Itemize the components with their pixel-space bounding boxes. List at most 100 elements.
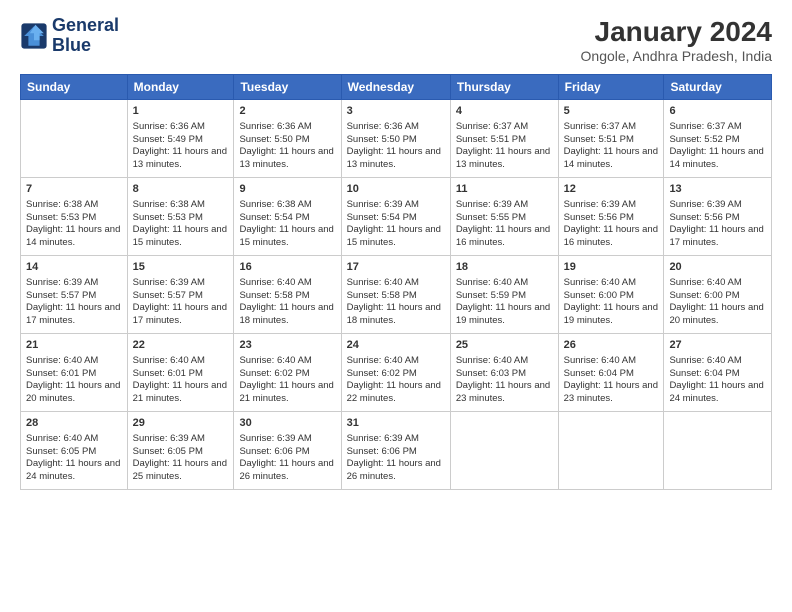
logo-text: General Blue — [52, 16, 119, 56]
daylight-text: Daylight: 11 hours and 17 minutes. — [669, 224, 766, 250]
header-cell-thursday: Thursday — [450, 75, 558, 100]
sunset-text: Sunset: 5:52 PM — [669, 134, 766, 147]
calendar-table: SundayMondayTuesdayWednesdayThursdayFrid… — [20, 74, 772, 490]
daylight-text: Daylight: 11 hours and 21 minutes. — [239, 380, 335, 406]
day-number: 19 — [564, 260, 659, 275]
day-number: 24 — [347, 338, 445, 353]
day-number: 5 — [564, 104, 659, 119]
day-cell: 21 Sunrise: 6:40 AMSunset: 6:01 PMDayligh… — [21, 334, 128, 412]
sunset-text: Sunset: 6:01 PM — [26, 368, 122, 381]
week-row-4: 28Sunrise: 6:40 AMSunset: 6:05 PMDayligh… — [21, 412, 772, 490]
sunrise-text: Sunrise: 6:39 AM — [347, 433, 445, 446]
day-cell: 8Sunrise: 6:38 AMSunset: 5:53 PMDaylight… — [127, 178, 234, 256]
daylight-text: Daylight: 11 hours and 14 minutes. — [564, 146, 659, 172]
sunrise-text: Sunrise: 6:40 AM — [669, 277, 766, 290]
daylight-text: Daylight: 11 hours and 17 minutes. — [26, 302, 122, 328]
day-cell: 7Sunrise: 6:38 AMSunset: 5:53 PMDaylight… — [21, 178, 128, 256]
day-cell: 5Sunrise: 6:37 AMSunset: 5:51 PMDaylight… — [558, 100, 664, 178]
sunset-text: Sunset: 6:02 PM — [239, 368, 335, 381]
daylight-text: Daylight: 11 hours and 24 minutes. — [26, 458, 122, 484]
sunrise-text: Sunrise: 6:39 AM — [564, 199, 659, 212]
sunrise-text: Sunrise: 6:39 AM — [347, 199, 445, 212]
day-number: 25 — [456, 338, 553, 353]
sunrise-text: Sunrise: 6:40 AM — [669, 355, 766, 368]
sunrise-text: Sunrise: 6:36 AM — [347, 121, 445, 134]
day-cell: 26Sunrise: 6:40 AMSunset: 6:04 PMDayligh… — [558, 334, 664, 412]
day-number: 3 — [347, 104, 445, 119]
sunrise-text: Sunrise: 6:37 AM — [564, 121, 659, 134]
day-cell: 3 Sunrise: 6:36 AMSunset: 5:50 PMDaylight… — [341, 100, 450, 178]
daylight-text: Daylight: 11 hours and 18 minutes. — [239, 302, 335, 328]
sunrise-text: Sunrise: 6:38 AM — [26, 199, 122, 212]
day-cell: 16Sunrise: 6:40 AMSunset: 5:58 PMDayligh… — [234, 256, 341, 334]
day-number: 18 — [456, 260, 553, 275]
day-cell: 17Sunrise: 6:40 AMSunset: 5:58 PMDayligh… — [341, 256, 450, 334]
day-cell — [21, 100, 128, 178]
daylight-text: Daylight: 11 hours and 17 minutes. — [133, 302, 229, 328]
sunset-text: Sunset: 5:58 PM — [347, 290, 445, 303]
sunset-text: Sunset: 6:01 PM — [133, 368, 229, 381]
week-row-0: 1Sunrise: 6:36 AMSunset: 5:49 PMDaylight… — [21, 100, 772, 178]
header-cell-tuesday: Tuesday — [234, 75, 341, 100]
logo: General Blue — [20, 16, 119, 56]
day-cell: 24Sunrise: 6:40 AMSunset: 6:02 PMDayligh… — [341, 334, 450, 412]
sunset-text: Sunset: 6:05 PM — [133, 446, 229, 459]
week-row-2: 14Sunrise: 6:39 AMSunset: 5:57 PMDayligh… — [21, 256, 772, 334]
day-number: 6 — [669, 104, 766, 119]
sunset-text: Sunset: 5:57 PM — [26, 290, 122, 303]
page: General Blue January 2024 Ongole, Andhra… — [0, 0, 792, 612]
sunset-text: Sunset: 6:04 PM — [564, 368, 659, 381]
daylight-text: Daylight: 11 hours and 18 minutes. — [347, 302, 445, 328]
daylight-text: Daylight: 11 hours and 14 minutes. — [26, 224, 122, 250]
daylight-text: Daylight: 11 hours and 24 minutes. — [669, 380, 766, 406]
header-cell-monday: Monday — [127, 75, 234, 100]
day-cell: 31Sunrise: 6:39 AMSunset: 6:06 PMDayligh… — [341, 412, 450, 490]
calendar-body: 1Sunrise: 6:36 AMSunset: 5:49 PMDaylight… — [21, 100, 772, 490]
day-cell: 28Sunrise: 6:40 AMSunset: 6:05 PMDayligh… — [21, 412, 128, 490]
day-cell: 19 Sunrise: 6:40 AMSunset: 6:00 PMDayligh… — [558, 256, 664, 334]
day-cell: 4Sunrise: 6:37 AMSunset: 5:51 PMDaylight… — [450, 100, 558, 178]
day-number: 22 — [133, 338, 229, 353]
sunset-text: Sunset: 6:00 PM — [669, 290, 766, 303]
sunset-text: Sunset: 6:00 PM — [564, 290, 659, 303]
sunrise-text: Sunrise: 6:40 AM — [239, 277, 335, 290]
sunrise-text: Sunrise: 6:36 AM — [133, 121, 229, 134]
daylight-text: Daylight: 11 hours and 13 minutes. — [456, 146, 553, 172]
day-number: 21 — [26, 338, 122, 353]
sunset-text: Sunset: 5:56 PM — [669, 212, 766, 225]
day-cell: 30Sunrise: 6:39 AMSunset: 6:06 PMDayligh… — [234, 412, 341, 490]
sunset-text: Sunset: 5:53 PM — [26, 212, 122, 225]
header-cell-friday: Friday — [558, 75, 664, 100]
sunrise-text: Sunrise: 6:40 AM — [347, 355, 445, 368]
daylight-text: Daylight: 11 hours and 23 minutes. — [456, 380, 553, 406]
day-number: 8 — [133, 182, 229, 197]
sunset-text: Sunset: 6:02 PM — [347, 368, 445, 381]
sunrise-text: Sunrise: 6:40 AM — [26, 355, 122, 368]
day-cell: 23Sunrise: 6:40 AMSunset: 6:02 PMDayligh… — [234, 334, 341, 412]
day-number: 29 — [133, 416, 229, 431]
logo-icon — [20, 22, 48, 50]
daylight-text: Daylight: 11 hours and 13 minutes. — [133, 146, 229, 172]
daylight-text: Daylight: 11 hours and 20 minutes. — [669, 302, 766, 328]
day-cell: 6Sunrise: 6:37 AMSunset: 5:52 PMDaylight… — [664, 100, 772, 178]
sunset-text: Sunset: 5:50 PM — [347, 134, 445, 147]
day-number: 20 — [669, 260, 766, 275]
header-cell-sunday: Sunday — [21, 75, 128, 100]
sunrise-text: Sunrise: 6:40 AM — [564, 277, 659, 290]
day-cell — [450, 412, 558, 490]
daylight-text: Daylight: 11 hours and 15 minutes. — [347, 224, 445, 250]
sunrise-text: Sunrise: 6:40 AM — [347, 277, 445, 290]
week-row-3: 21Sunrise: 6:40 AMSunset: 6:01 PMDayligh… — [21, 334, 772, 412]
week-row-1: 7Sunrise: 6:38 AMSunset: 5:53 PMDaylight… — [21, 178, 772, 256]
day-cell — [664, 412, 772, 490]
daylight-text: Daylight: 11 hours and 19 minutes. — [564, 302, 659, 328]
sunset-text: Sunset: 5:51 PM — [456, 134, 553, 147]
sunset-text: Sunset: 5:54 PM — [239, 212, 335, 225]
calendar-header: SundayMondayTuesdayWednesdayThursdayFrid… — [21, 75, 772, 100]
day-number: 10 — [347, 182, 445, 197]
header-cell-wednesday: Wednesday — [341, 75, 450, 100]
daylight-text: Daylight: 11 hours and 16 minutes. — [456, 224, 553, 250]
daylight-text: Daylight: 11 hours and 13 minutes. — [347, 146, 445, 172]
daylight-text: Daylight: 11 hours and 20 minutes. — [26, 380, 122, 406]
day-cell: 9Sunrise: 6:38 AMSunset: 5:54 PMDaylight… — [234, 178, 341, 256]
